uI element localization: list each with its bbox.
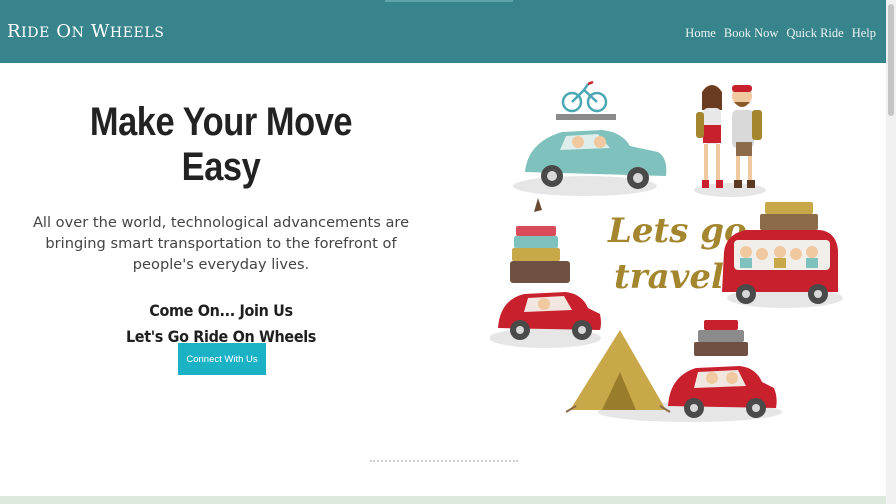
nav-menu: Home Book Now Quick Ride Help — [685, 26, 876, 41]
connect-with-us-button[interactable]: Connect With Us — [178, 343, 266, 375]
brand-letter: O — [56, 21, 72, 42]
navbar: RIDE ON WHEELS Home Book Now Quick Ride … — [0, 0, 886, 63]
nav-top-accent — [385, 0, 513, 2]
page: RIDE ON WHEELS Home Book Now Quick Ride … — [0, 0, 896, 504]
hero-headline: Make Your Move Easy — [89, 100, 353, 189]
brand-letter: W — [90, 21, 110, 42]
travel-illustration: Lets go travel! — [490, 80, 843, 422]
page-scrollbar[interactable] — [886, 0, 896, 504]
cta-join-text: Come On... Join Us — [149, 301, 293, 320]
teal-car-with-bike — [525, 80, 667, 189]
brand-logo[interactable]: RIDE ON WHEELS — [7, 21, 164, 42]
brand-smallcaps: HEELS — [109, 25, 165, 41]
next-section-edge — [0, 496, 886, 504]
nav-link-book-now[interactable]: Book Now — [724, 26, 779, 41]
brand-smallcaps: IDE — [21, 25, 50, 41]
lettering-line2: travel! — [614, 257, 739, 297]
red-car-with-suitcases — [668, 320, 777, 418]
brand-letter: R — [7, 21, 22, 42]
nav-link-home[interactable]: Home — [685, 26, 716, 41]
nav-link-quick-ride[interactable]: Quick Ride — [786, 26, 843, 41]
red-car-with-luggage — [498, 198, 601, 340]
brand-smallcaps: N — [71, 25, 85, 41]
nav-link-help[interactable]: Help — [852, 26, 876, 41]
scrollbar-thumb[interactable] — [888, 4, 894, 116]
carousel-indicator — [370, 460, 518, 462]
hiking-couple — [696, 85, 762, 188]
hero-description: All over the world, technological advanc… — [32, 214, 410, 273]
hero-text: Make Your Move Easy All over the world, … — [20, 100, 422, 346]
